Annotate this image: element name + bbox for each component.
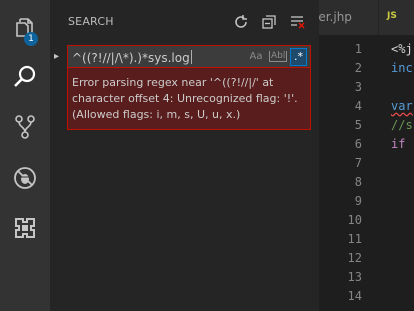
line-number: 14 [347, 289, 362, 303]
search-view-button[interactable] [0, 52, 50, 102]
line-number: 1 [354, 42, 362, 56]
code-line: inc [391, 61, 413, 75]
sidebar-title: SEARCH [68, 15, 114, 28]
clear-results-icon[interactable] [289, 14, 305, 30]
line-number: 5 [354, 118, 362, 132]
activity-bar: 1 [0, 0, 50, 311]
debug-button[interactable] [0, 153, 50, 203]
search-query-text: ^((?!//|/\*).)*sys.log [72, 51, 190, 65]
refresh-icon[interactable] [233, 14, 249, 30]
line-number: 9 [354, 194, 362, 208]
line-number: 12 [347, 251, 362, 265]
regex-error-message: Error parsing regex near '^((?!//|/' at … [67, 67, 311, 130]
line-number: 2 [354, 61, 362, 75]
code-line: var [391, 99, 413, 113]
editor-area: ler.jhp JS 1234567891011121314 <%jincvar… [319, 0, 414, 311]
debug-icon [13, 166, 37, 190]
line-number: 11 [347, 232, 362, 246]
match-case-toggle[interactable]: Aa [248, 49, 264, 64]
code-area[interactable]: <%j inc var //s if [391, 35, 414, 311]
line-number: 7 [354, 156, 362, 170]
explorer-badge: 1 [24, 32, 38, 46]
line-number: 3 [354, 80, 362, 94]
code-line: <%j [391, 42, 413, 56]
text-cursor [190, 50, 192, 64]
search-sidebar: SEARCH ▸ ^((?!//|/\*).)*sys.log Aa Abl .… [50, 0, 319, 311]
line-number: 4 [354, 99, 362, 113]
line-number-gutter: 1 2 3 4 5 6 7 8 9 10 11 12 13 14 [319, 35, 366, 311]
source-control-button[interactable] [0, 102, 50, 152]
regex-toggle[interactable]: .* [290, 48, 307, 66]
line-number: 13 [347, 270, 362, 284]
line-number: 10 [347, 213, 362, 227]
code-line: //s [391, 118, 413, 132]
line-number: 6 [354, 137, 362, 151]
js-file-icon: JS [387, 11, 397, 21]
tab-file-label: ler.jhp [319, 10, 352, 24]
tab-file[interactable]: ler.jhp [319, 0, 378, 35]
whole-word-label: Abl [269, 51, 288, 62]
explorer-button[interactable]: 1 [0, 2, 50, 52]
line-number: 8 [354, 175, 362, 189]
sidebar-actions [233, 12, 305, 32]
collapse-all-icon[interactable] [261, 14, 277, 30]
source-control-icon [13, 114, 37, 140]
extensions-icon [13, 216, 37, 240]
toggle-replace-chevron[interactable]: ▸ [54, 51, 59, 62]
extensions-button[interactable] [0, 203, 50, 253]
editor-tabs: ler.jhp JS [319, 0, 414, 35]
search-icon [12, 64, 38, 90]
tab-js[interactable]: JS [378, 0, 414, 35]
whole-word-toggle[interactable]: Abl [269, 49, 288, 64]
search-input[interactable]: ^((?!//|/\*).)*sys.log Aa Abl .* [67, 45, 311, 67]
code-line: if [391, 137, 406, 151]
